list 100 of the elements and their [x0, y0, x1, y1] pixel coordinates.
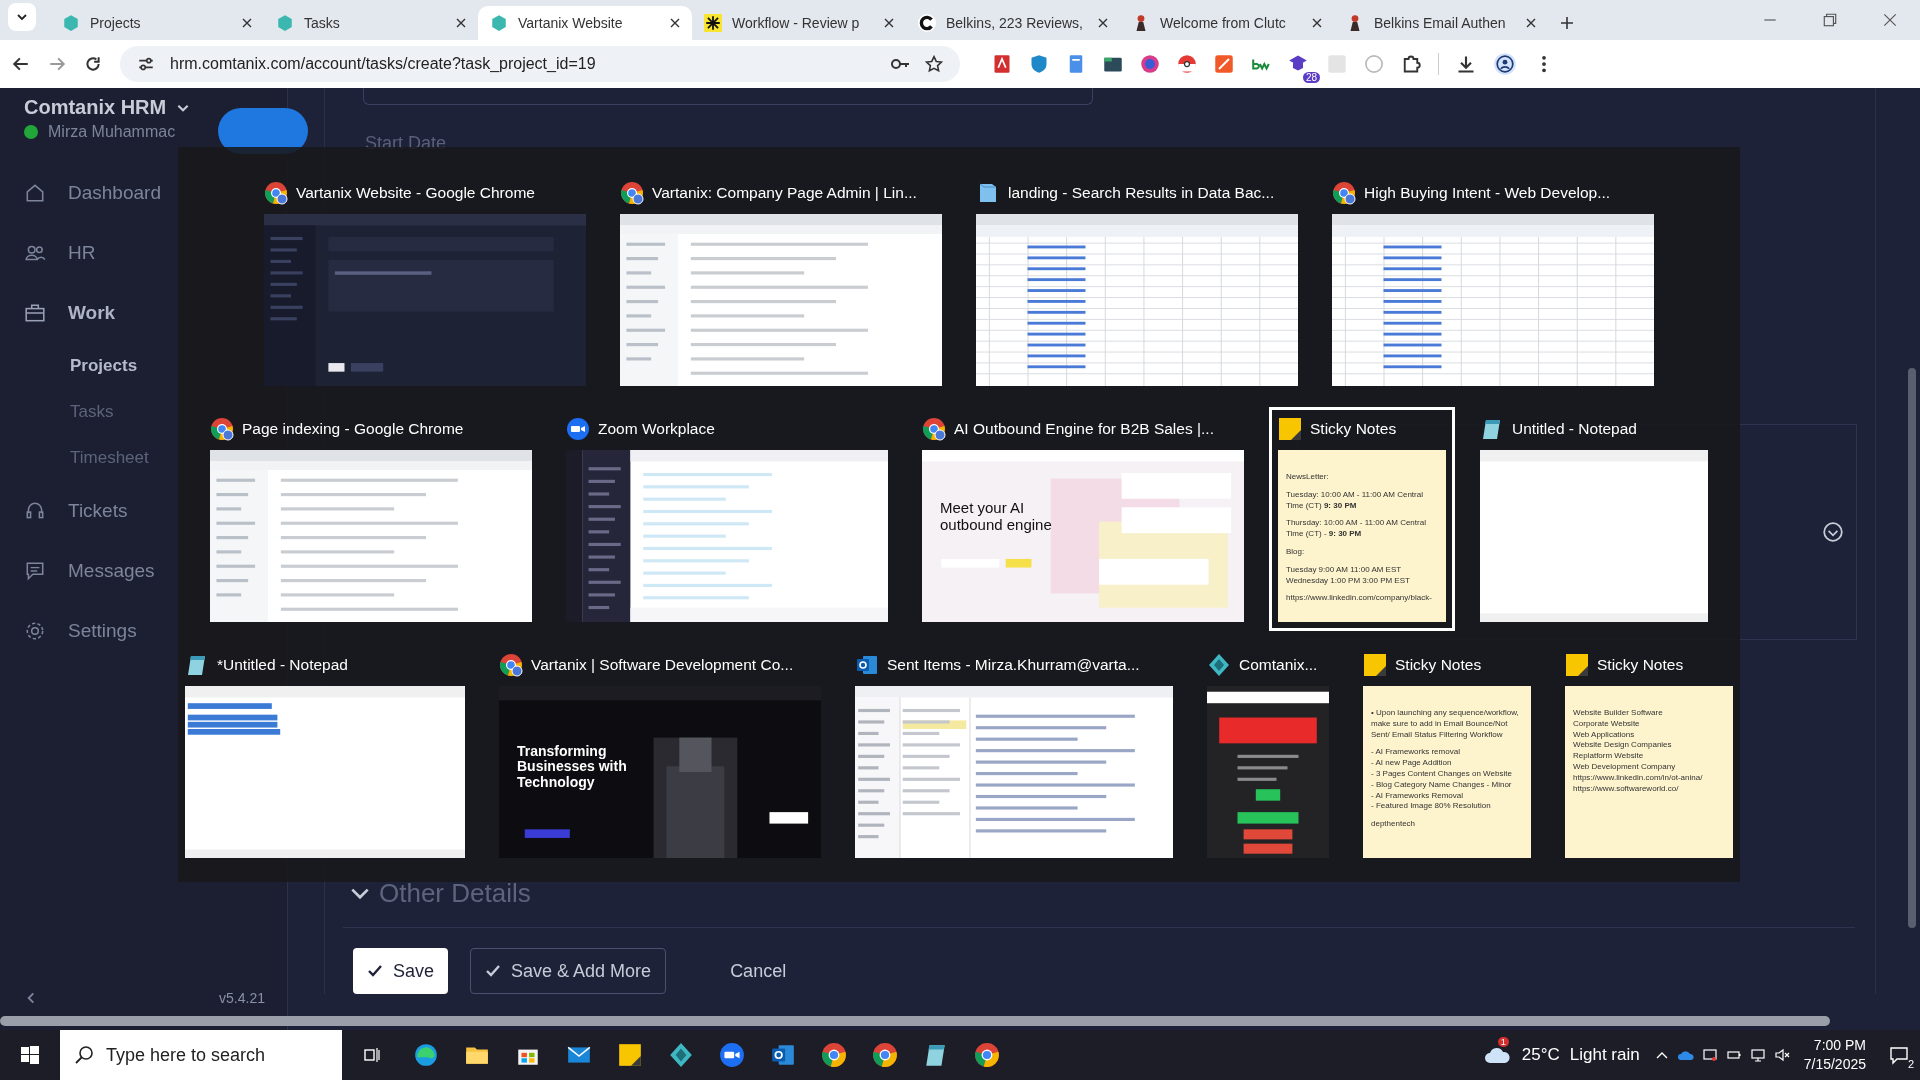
windows-start-icon[interactable]: [20, 1045, 40, 1065]
window-preview[interactable]: [566, 450, 888, 622]
nav-item[interactable]: Messages: [24, 541, 165, 601]
extension-badge: 28: [1302, 72, 1320, 83]
window-card[interactable]: Comtanix...: [1198, 643, 1338, 867]
save-button[interactable]: Save: [353, 948, 449, 994]
forward-icon[interactable]: [48, 55, 66, 73]
reload-icon[interactable]: [84, 55, 102, 73]
close-icon[interactable]: [1098, 18, 1108, 28]
note-icon: [616, 1042, 643, 1068]
scrollbar[interactable]: [1908, 368, 1916, 928]
window-card[interactable]: [1269, 407, 1455, 631]
ring-icon[interactable]: [1140, 54, 1160, 74]
window-title: Page indexing - Google Chrome: [242, 420, 464, 438]
note-preview[interactable]: Website Builder Software Corporate Website Web Applications Website Design Companies Replatform Website Web Development Company https://www.linkedin.com/in/ot-anina/ https://www.softwareworld.co/: [1565, 686, 1733, 858]
clock[interactable]: 7:00 PM 7/15/2025: [1803, 1036, 1866, 1074]
star-icon[interactable]: [924, 55, 944, 73]
window-preview[interactable]: [1207, 686, 1329, 858]
cancel-button[interactable]: Cancel: [716, 948, 801, 994]
version-label: v5.4.21: [219, 990, 265, 1006]
network-icon[interactable]: [1749, 1047, 1766, 1063]
weather-button[interactable]: 1 25°C Light rain: [1473, 1035, 1650, 1075]
note-text: - AI Frameworks removal - AI new Page Addition - 3 Pages Content Changes on Website - Blog Category Name Changes - Minor - AI Frameworks Removal - Featured Image 80% Resolution: [1371, 747, 1513, 813]
window-title: Untitled - Notepad: [1512, 420, 1637, 438]
close-icon[interactable]: [1882, 12, 1898, 28]
window-preview[interactable]: [499, 686, 821, 858]
pdf-icon[interactable]: [992, 54, 1012, 74]
window-card[interactable]: *Untitled - Notepad: [176, 643, 474, 867]
browser-icon: [871, 1042, 898, 1068]
nav-item[interactable]: HR: [24, 223, 106, 283]
profile-icon[interactable]: [1493, 52, 1517, 76]
c-logo-icon: [918, 14, 936, 32]
input-field[interactable]: [363, 88, 1093, 105]
note-text: Tuesday: 10:00 AM - 11:00 AM Central Time (CT) 9: 30 PM: [1286, 489, 1424, 512]
window-card[interactable]: Vartanix | Software Development Co... Transforming Businesses with Technology: [490, 643, 830, 867]
chat-icon: [1889, 1045, 1909, 1065]
window-card[interactable]: AI Outbound Engine for B2B Sales |... Meet your AI outbound engine: [913, 407, 1253, 631]
note-text: Blog:: [1286, 547, 1306, 558]
browser-tab[interactable]: Vartanix Website: [478, 6, 692, 40]
window-title: Vartanix Website - Google Chrome: [296, 184, 535, 202]
close-icon[interactable]: [456, 18, 466, 28]
window-card[interactable]: Vartanix Website - Google Chrome: [255, 171, 595, 395]
note-preview[interactable]: [1363, 686, 1531, 858]
weather-text: Light rain: [1569, 1045, 1640, 1065]
browser-tab[interactable]: Tasks: [264, 6, 478, 40]
restore-icon[interactable]: [1822, 12, 1838, 28]
browser-icon: [1332, 181, 1356, 205]
tab-search-button[interactable]: [8, 3, 36, 31]
close-icon[interactable]: [884, 18, 894, 28]
note-text: NewsLetter:: [1286, 472, 1330, 483]
close-icon[interactable]: [670, 18, 680, 28]
task-view-icon[interactable]: [362, 1045, 382, 1065]
window-card[interactable]: landing - Search Results in Data Bac...: [967, 171, 1307, 395]
chevron-circle-icon[interactable]: [1822, 521, 1844, 543]
close-icon[interactable]: [1526, 18, 1536, 28]
note-text: depthentech: [1371, 819, 1417, 830]
back-icon[interactable]: [12, 55, 30, 73]
scrollbar[interactable]: [0, 1016, 1830, 1026]
browser-tab[interactable]: Belkins, 223 Reviews,: [906, 6, 1120, 40]
window-card[interactable]: Zoom Workplace: [557, 407, 897, 631]
note-preview[interactable]: [1278, 450, 1446, 622]
nav-item[interactable]: Dashboard: [24, 163, 171, 223]
preview-headline: Meet your AI outbound engine: [940, 500, 1053, 533]
ball-icon[interactable]: [1177, 54, 1197, 74]
user-name: Mirza Muhammac: [48, 123, 176, 141]
mail-icon: [769, 1042, 796, 1068]
window-title: Vartanix: Company Page Admin | Lin...: [652, 184, 917, 202]
preview-headline: Transforming Businesses with Technology: [517, 744, 628, 791]
tile-icon[interactable]: [1327, 54, 1347, 74]
notification-button[interactable]: 2: [1884, 1040, 1914, 1070]
nav-item[interactable]: Settings: [24, 601, 147, 661]
nav-item[interactable]: Tickets: [24, 481, 138, 541]
download-icon[interactable]: [1456, 54, 1476, 74]
app-title: Comtanix HRM: [24, 96, 167, 119]
settings-icon: [24, 620, 46, 642]
tune-icon[interactable]: [136, 55, 156, 73]
nav-item[interactable]: Work: [24, 283, 126, 343]
save-and-add-button[interactable]: Save & Add More: [470, 948, 667, 994]
percent-icon[interactable]: [1214, 54, 1234, 74]
window-card[interactable]: High Buying Intent - Web Develop...: [1323, 171, 1663, 395]
new-tab-icon[interactable]: [1560, 16, 1574, 30]
browser-tab[interactable]: Belkins Email Authen: [1334, 6, 1548, 40]
browser-tab[interactable]: Projects: [50, 6, 264, 40]
monitor-icon[interactable]: [1701, 1047, 1718, 1063]
window-card[interactable]: Sent Items - Mirza.Khurram@varta...: [846, 643, 1182, 867]
speaker-muted-icon[interactable]: [1773, 1047, 1790, 1063]
window-card[interactable]: Page indexing - Google Chrome: [201, 407, 541, 631]
graduation-cap-icon[interactable]: [1288, 53, 1308, 73]
window-card[interactable]: Vartanix: Company Page Admin | Lin...: [611, 171, 951, 395]
close-icon[interactable]: [242, 18, 252, 28]
browser-tab[interactable]: Workflow - Review p: [692, 6, 906, 40]
puzzle-icon[interactable]: [1401, 54, 1421, 74]
close-icon[interactable]: [1312, 18, 1322, 28]
search-field[interactable]: Type here to search: [60, 1030, 342, 1080]
browser-icon: [264, 181, 288, 205]
window-card[interactable]: Untitled - Notepad: [1471, 407, 1717, 631]
browser-tab[interactable]: Welcome from Clutc: [1120, 6, 1334, 40]
nav-subitem[interactable]: Projects: [24, 343, 146, 389]
address-bar[interactable]: hrm.comtanix.com/account/tasks/create?task_project_id=19: [120, 46, 960, 82]
shield-icon[interactable]: [1029, 54, 1049, 74]
